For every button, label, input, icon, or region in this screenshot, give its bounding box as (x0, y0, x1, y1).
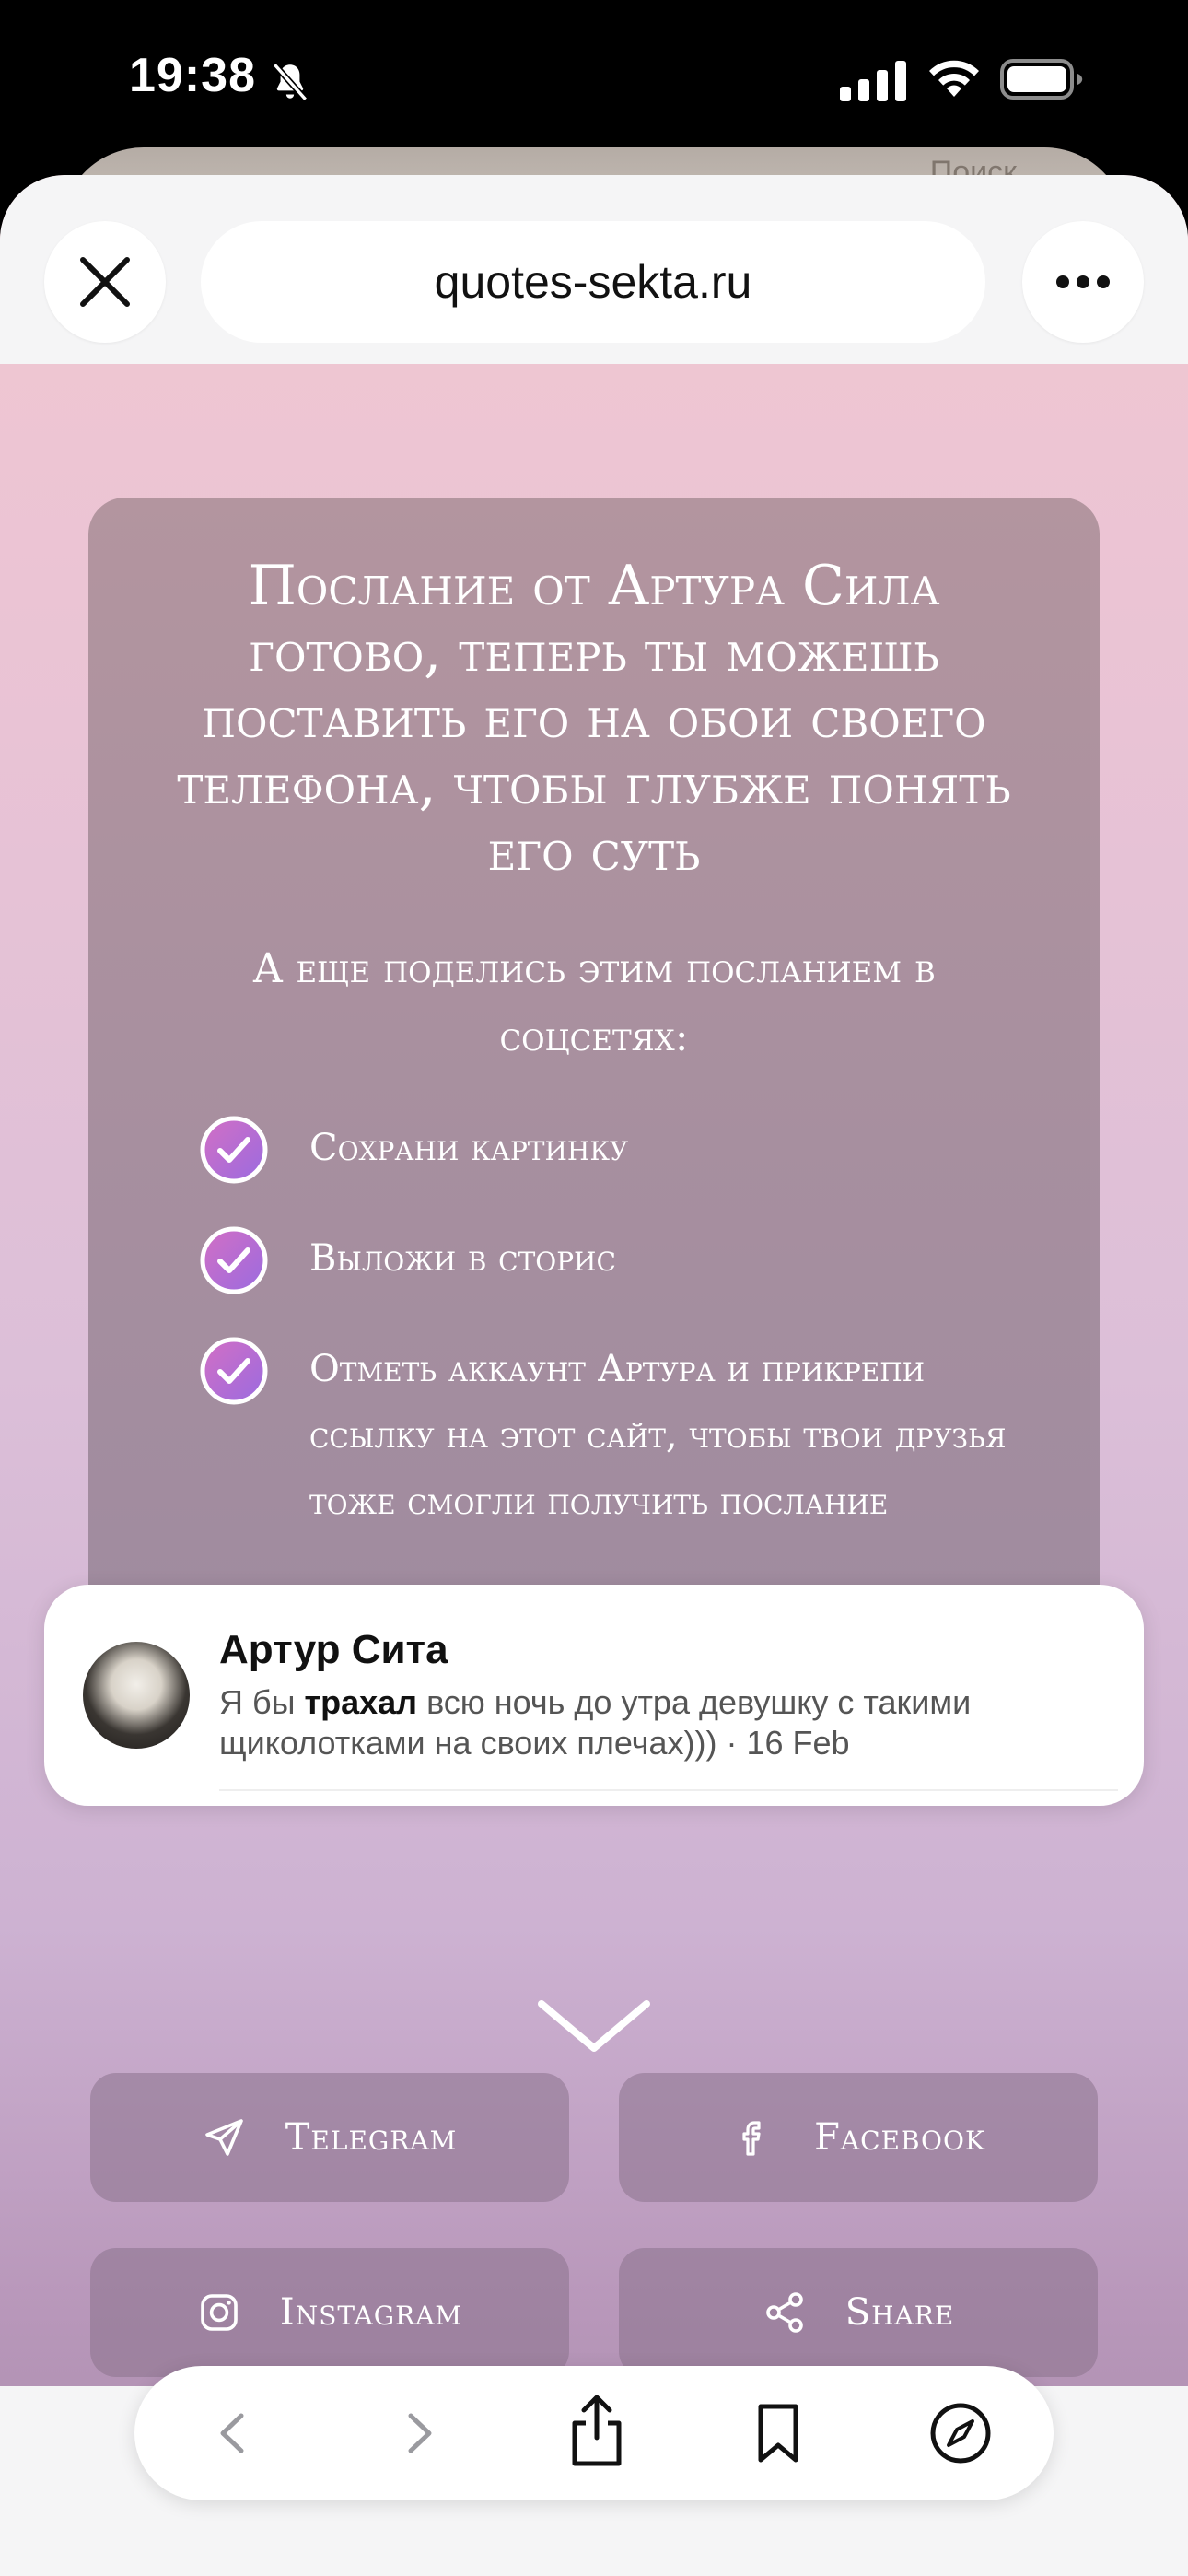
instagram-label: Instagram (279, 2291, 463, 2334)
step-item: Сохрани картинку (199, 1115, 1044, 1185)
message-subtitle: А еще поделись этим посланием в соцсетях… (252, 945, 936, 1060)
url-bar: quotes-sekta.ru (0, 175, 1188, 364)
step-item: Отметь аккаунт Артура и прикрепи ссылку … (199, 1336, 1044, 1535)
facebook-icon (742, 2121, 761, 2156)
more-icon (1056, 275, 1110, 288)
facebook-button[interactable]: Facebook (619, 2073, 1098, 2202)
chevron-down-icon[interactable] (534, 1995, 654, 2059)
browser-sheet: quotes-sekta.ru Послание от Артура Сила … (0, 175, 1188, 2576)
share-icon[interactable] (560, 2392, 634, 2469)
notification-text: Я бы трахал всю ночь до утра девушку с т… (219, 1682, 1076, 1763)
step-item: Выложи в сторис (199, 1225, 1044, 1295)
divider (219, 1789, 1118, 1791)
share-nodes-icon (765, 2292, 803, 2333)
message-card: Послание от Артура Сила готово, теперь т… (88, 498, 1100, 1671)
address-field[interactable]: quotes-sekta.ru (201, 221, 985, 343)
notification-text-bold: трахал (304, 1683, 418, 1721)
checkmark-icon (200, 1226, 268, 1294)
notification-banner[interactable]: Артур Сита Я бы трахал всю ночь до утра … (44, 1585, 1144, 1806)
telegram-icon (204, 2119, 243, 2156)
compass-icon[interactable] (926, 2399, 995, 2467)
status-bar: 19:38 (0, 0, 1188, 157)
facebook-label: Facebook (814, 2116, 985, 2159)
avatar (83, 1642, 190, 1749)
back-icon[interactable] (201, 2399, 269, 2467)
notification-date: · 16 Feb (716, 1724, 850, 1762)
close-button[interactable] (44, 221, 166, 343)
notification-sender: Артур Сита (219, 1627, 448, 1672)
share-label: Share (844, 2291, 955, 2334)
step-text: Отметь аккаунт Артура и прикрепи ссылку … (309, 1348, 1007, 1523)
instagram-icon (201, 2294, 238, 2331)
more-button[interactable] (1022, 221, 1144, 343)
battery-icon (1000, 59, 1083, 100)
message-title: Послание от Артура Сила готово, теперь т… (177, 554, 1011, 884)
checkmark-icon (200, 1116, 268, 1184)
close-icon (80, 257, 130, 307)
checkmark-icon (200, 1337, 268, 1405)
share-button[interactable]: Share (619, 2248, 1098, 2377)
wifi-icon (929, 60, 979, 97)
telegram-button[interactable]: Telegram (90, 2073, 569, 2202)
bell-slash-icon (272, 63, 309, 101)
browser-toolbar (134, 2366, 1054, 2500)
telegram-label: Telegram (285, 2116, 458, 2159)
step-text: Сохрани картинку (309, 1127, 629, 1169)
instagram-button[interactable]: Instagram (90, 2248, 569, 2377)
step-text: Выложи в сторис (309, 1237, 616, 1280)
status-time: 19:38 (129, 49, 256, 102)
signal-icon (840, 61, 906, 101)
bookmarks-icon[interactable] (744, 2399, 812, 2467)
notification-text-start: Я бы (219, 1683, 305, 1721)
forward-icon[interactable] (383, 2399, 451, 2467)
